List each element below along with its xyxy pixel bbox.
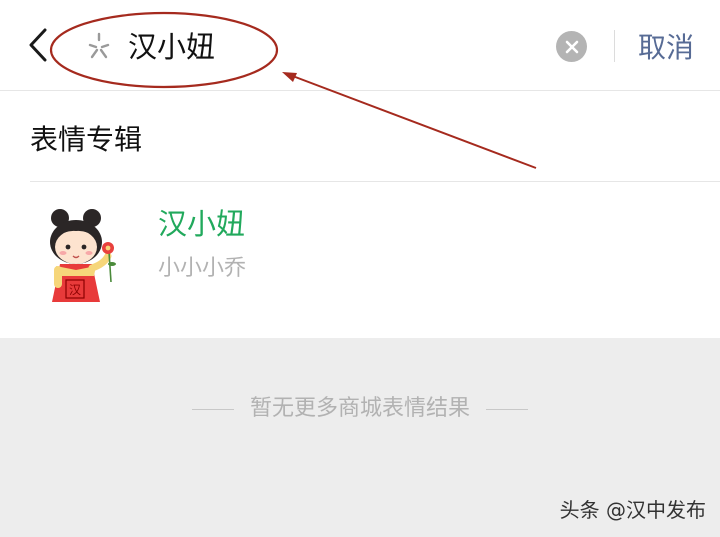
result-author: 小小小乔 (158, 256, 247, 281)
clear-icon (565, 40, 578, 53)
no-more-line-left (191, 408, 234, 410)
watermark: 头条 @汉中发布 (559, 498, 706, 522)
divider (614, 30, 615, 62)
no-more-text: 暂无更多商城表情结果 (249, 396, 470, 421)
search-icon (88, 32, 110, 59)
result-title: 汉小妞 (158, 207, 246, 241)
search-bar: 汉小妞 取消 (0, 0, 720, 91)
clear-button[interactable] (556, 31, 587, 62)
cancel-button[interactable]: 取消 (638, 28, 694, 68)
top-panel: 汉小妞 取消 表情专辑 汉 汉小妞 小小小乔 (0, 0, 720, 338)
no-more-line-right (486, 408, 528, 410)
back-arrow-icon (29, 28, 47, 62)
no-more-results: 暂无更多商城表情结果 (0, 392, 720, 426)
back-button[interactable] (20, 24, 56, 66)
search-input[interactable]: 汉小妞 (128, 27, 215, 67)
section-title: 表情专辑 (30, 123, 143, 156)
sticker-thumbnail: 汉 (50, 209, 116, 302)
sticker-stamp-text: 汉 (69, 283, 81, 297)
sticker-album-item[interactable]: 汉 汉小妞 小小小乔 (0, 182, 720, 338)
